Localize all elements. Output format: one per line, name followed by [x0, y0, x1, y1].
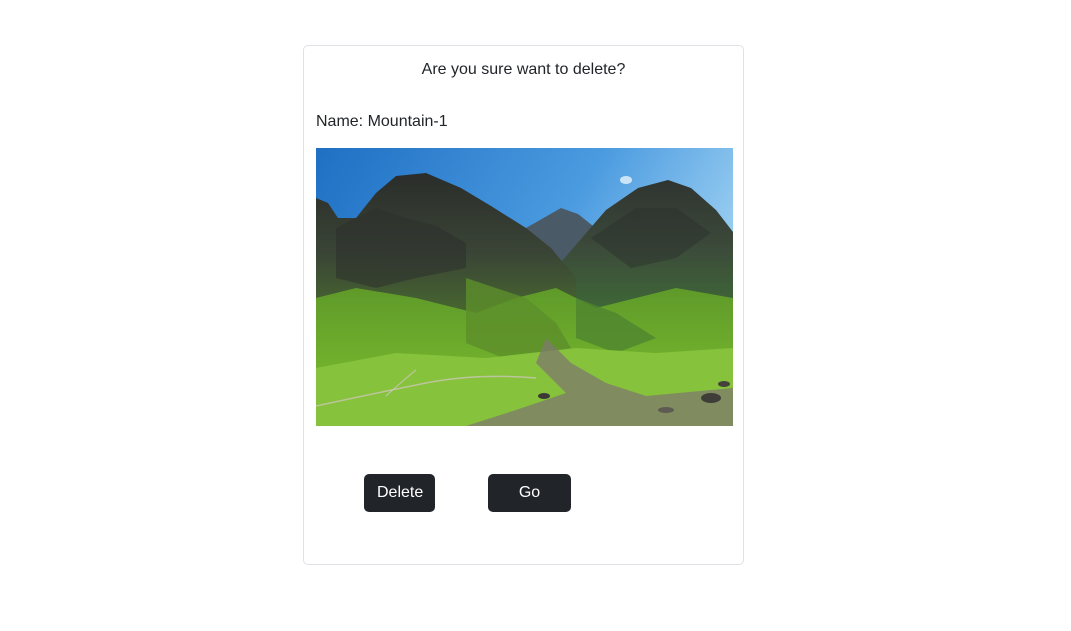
name-value: Mountain-1 [367, 113, 448, 130]
delete-confirmation-card: Are you sure want to delete? Name: Mount… [303, 45, 744, 565]
delete-button[interactable]: Delete [364, 474, 435, 512]
mountain-photo [316, 148, 733, 426]
go-back-button[interactable]: Go back [488, 474, 571, 539]
name-label: Name: [316, 113, 368, 130]
confirmation-question: Are you sure want to delete? [421, 61, 626, 78]
item-name-line: Name: Mountain-1 [316, 112, 448, 132]
